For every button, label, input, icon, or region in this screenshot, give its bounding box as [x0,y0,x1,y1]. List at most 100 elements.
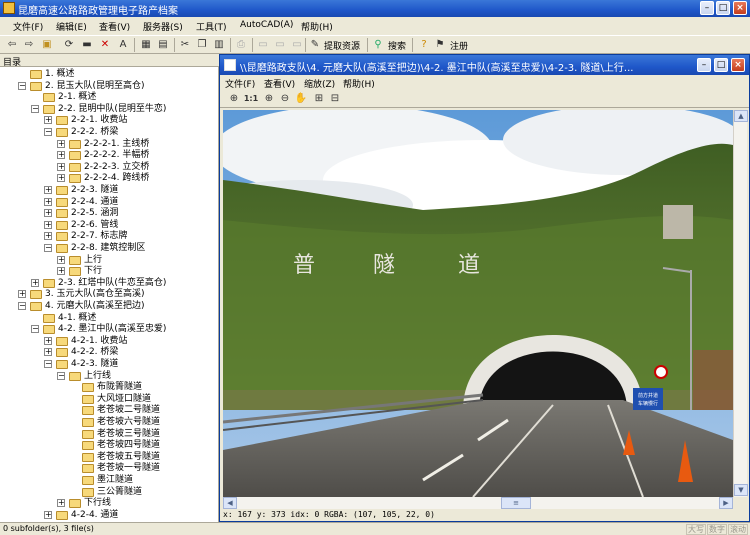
expand-icon[interactable]: + [57,174,65,183]
fit-window-icon[interactable]: ⊞ [312,92,326,106]
print-icon[interactable]: ⎙ [234,38,248,52]
expand-icon[interactable]: + [44,186,52,194]
directory-tree[interactable]: 1. 概述 − 2. 昆玉大队(昆明至高仓) 2-1. 概述 − 2-2. 昆明中队(昆明… [0,67,219,522]
expand-icon[interactable]: + [57,162,65,171]
forward-arrow-icon[interactable]: ⇨ [22,38,36,52]
folder-icon [82,464,94,474]
tunnel-photo[interactable]: 普 隧 道 前方并道 车辆慢行 [223,110,733,497]
collapse-icon[interactable]: − [44,244,52,252]
expand-icon[interactable]: + [57,267,65,276]
folder-up-icon[interactable]: ▣ [40,38,54,52]
expand-icon[interactable]: + [18,290,26,299]
menu-tools[interactable]: 工具(T) [196,20,227,33]
zoom-in-icon[interactable]: ⊕ [227,92,241,106]
folder-icon [43,93,55,103]
search-button[interactable]: 搜索 [388,39,406,52]
folder-icon [56,116,68,126]
scroll-right-icon[interactable]: ▶ [719,497,733,509]
cancel-icon[interactable]: ✕ [98,38,112,52]
viewer-menu-zoom[interactable]: 缩放(Z) [304,77,335,90]
folder-icon [82,429,94,439]
expand-icon[interactable]: + [44,510,52,519]
expand-icon[interactable]: + [57,499,65,508]
expand-icon[interactable]: + [44,197,52,206]
viewer-menu-file[interactable]: 文件(F) [225,77,255,90]
zoom-plus-icon[interactable]: ⊕ [262,92,276,106]
expand-icon[interactable]: + [44,220,52,229]
expand-icon[interactable]: + [44,116,52,125]
zoom-actual-size-button[interactable]: 1:1 [243,92,259,106]
folder-icon [69,267,81,277]
scroll-down-icon[interactable]: ▼ [734,484,748,496]
extract-resource-button[interactable]: 提取资源 [324,39,360,52]
rename-icon[interactable]: A [116,38,130,52]
tree-node-label: 老苍坡二号隧道 [97,405,161,416]
folder-icon [82,406,94,416]
maximize-button[interactable]: □ [716,1,730,15]
horizontal-scrollbar[interactable]: ◀ ≡ ▶ [223,497,733,509]
scroll-up-icon[interactable]: ▲ [734,110,748,122]
pan-hand-icon[interactable]: ✋ [294,92,308,106]
viewer-maximize-button[interactable]: □ [714,58,728,72]
viewer-minimize-button[interactable]: – [697,58,711,72]
expand-icon[interactable]: + [57,139,65,148]
expand-icon[interactable]: + [44,232,52,241]
save-folder-icon[interactable]: ▭ [273,38,287,52]
collapse-icon[interactable]: − [18,302,26,310]
expand-icon[interactable]: + [44,336,52,345]
fit-width-icon[interactable]: ⊟ [328,92,342,106]
paste-icon[interactable]: ▥ [212,38,226,52]
collapse-icon[interactable]: − [18,81,26,90]
open-folder-icon[interactable]: ▭ [256,38,270,52]
collapse-icon[interactable]: − [44,128,52,136]
tree-node-label: 2-2-4. 通道 [71,196,119,207]
view-mode-icon[interactable]: ▦ [139,38,153,52]
menu-server[interactable]: 服务器(S) [143,20,183,33]
cut-icon[interactable]: ✂ [178,38,192,52]
register-button[interactable]: 注册 [450,39,468,52]
menu-help[interactable]: 帮助(H) [301,20,333,33]
menu-view[interactable]: 查看(V) [99,20,130,33]
expand-icon[interactable]: + [31,278,39,287]
scroll-thumb[interactable]: ≡ [501,497,531,509]
properties-icon[interactable]: ▤ [156,38,170,52]
collapse-icon[interactable]: − [31,104,39,113]
close-button[interactable]: × [733,1,747,15]
collapse-icon[interactable]: − [31,325,39,334]
minimize-button[interactable]: – [700,1,714,15]
tree-node-label: 布陇箐隧道 [97,382,143,393]
viewer-app-icon [224,59,236,71]
viewer-menu-view[interactable]: 查看(V) [264,77,295,90]
scroll-left-icon[interactable]: ◀ [223,497,237,509]
scroll-lock-indicator: 滚动 [728,524,748,535]
refresh-icon[interactable]: ⟳ [62,38,76,52]
tree-node-label: 下行线 [84,498,112,509]
collapse-icon[interactable]: − [57,371,65,380]
sync-icon[interactable]: ▭ [290,38,304,52]
app-icon [3,2,15,14]
vertical-scrollbar[interactable]: ▲ ▼ [733,110,748,497]
folder-file-count: 0 subfolder(s), 3 file(s) [3,524,94,533]
collapse-icon[interactable]: − [44,360,52,368]
expand-icon[interactable]: + [44,348,52,357]
folder-icon [56,220,68,230]
viewer-menu-help[interactable]: 帮助(H) [343,77,375,90]
folder-icon [69,151,81,161]
expand-icon[interactable]: + [57,151,65,160]
zoom-out-icon[interactable]: ⊖ [278,92,292,106]
expand-icon[interactable]: + [44,209,52,218]
tree-node-label: 2-2-5. 涵洞 [71,208,119,219]
tree-node-label: 2-2-3. 隧道 [71,185,119,195]
viewer-close-button[interactable]: × [731,58,745,72]
tree-node-label: 2-1. 概述 [58,92,97,103]
window-title: 昆磨高速公路路政管理电子路产档案 [18,6,178,17]
menu-file[interactable]: 文件(F) [13,20,43,33]
delete-icon[interactable]: ▬ [80,38,94,52]
expand-icon[interactable]: + [57,255,65,264]
back-arrow-icon[interactable]: ⇦ [5,38,19,52]
help-icon[interactable]: ? [417,38,431,52]
menu-edit[interactable]: 编辑(E) [56,20,87,33]
menu-autocad[interactable]: AutoCAD(A) [240,20,293,30]
copy-icon[interactable]: ❐ [195,38,209,52]
road-sign-line-1: 前方并道 [638,392,658,399]
